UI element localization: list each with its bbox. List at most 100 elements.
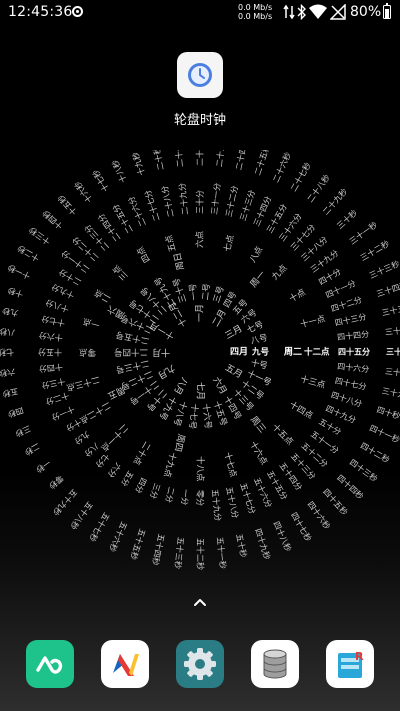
weekday-label: 周日 — [172, 251, 187, 271]
hour-label: 十三点 — [299, 374, 327, 391]
second-label: 九秒 — [1, 306, 19, 319]
second-label: 六秒 — [0, 367, 16, 379]
minute-label: 十分 — [64, 417, 83, 434]
hour-label: 八点 — [248, 245, 265, 265]
second-label: 十二秒 — [15, 243, 41, 264]
second-label: 四十二秒 — [359, 440, 392, 465]
minute-label: 六分 — [106, 461, 123, 480]
hour-label: 二十一点 — [98, 422, 130, 454]
minute-label: 十三分 — [41, 376, 67, 391]
minute-label: 五分 — [119, 469, 135, 487]
current-weekday: 周二 — [284, 347, 302, 358]
minute-label: 八分 — [83, 441, 101, 458]
clock-icon — [188, 63, 212, 87]
minute-label: 十八分 — [44, 298, 70, 315]
day-label: 十七号 — [186, 403, 200, 430]
minute-label: 零分 — [196, 490, 205, 506]
second-label: 四十六秒 — [306, 499, 333, 531]
v-logo-icon — [113, 654, 139, 676]
minute-label: 四十三分 — [334, 311, 367, 327]
svg-text:R: R — [355, 650, 364, 663]
current-month: 四月 — [230, 347, 248, 358]
second-label: 五十秒 — [234, 533, 249, 559]
hour-label: 七点 — [223, 233, 237, 252]
month-label: 五月 — [223, 362, 244, 381]
hour-label: 十四点 — [287, 399, 315, 422]
second-label: 七秒 — [0, 348, 14, 358]
hour-label: 四点 — [135, 244, 152, 264]
dock: R — [0, 640, 400, 700]
hour-label: 九点 — [270, 263, 289, 282]
current-second: 三十七秒 — [386, 347, 400, 357]
minute-label: 五十九分 — [210, 489, 223, 522]
second-label: 十三秒 — [27, 225, 52, 247]
day-label: 一号 — [188, 283, 200, 301]
minute-label: 十四分 — [38, 362, 63, 374]
minute-label: 三分 — [148, 482, 162, 500]
minute-label: 四十八分 — [330, 389, 364, 408]
wifi-icon — [309, 4, 327, 19]
hour-label: 二点 — [93, 286, 113, 303]
hour-label: 十五点 — [270, 422, 296, 448]
second-label: 十五秒 — [55, 193, 78, 218]
second-label: 三十三秒 — [368, 258, 400, 280]
hour-label: 十八点 — [195, 456, 206, 482]
second-label: 四十秒 — [376, 404, 400, 421]
second-label: 三十四秒 — [375, 279, 400, 298]
weekday-label: 周四 — [172, 433, 187, 453]
record-icon — [72, 6, 83, 17]
minute-label: 十九分 — [50, 282, 76, 301]
net-up-speed: 0.0 Mb/s — [238, 3, 273, 12]
weekday-label: 周五 — [106, 383, 127, 401]
second-label: 二十一秒 — [172, 150, 185, 168]
day-label: 二十四号 — [114, 347, 148, 358]
second-label: 二十五秒 — [252, 150, 271, 176]
second-label: 二秒 — [23, 441, 42, 458]
minute-label: 三十二分 — [223, 185, 239, 218]
second-label: 八秒 — [0, 326, 15, 338]
second-label: 四秒 — [6, 405, 24, 419]
minute-label: 四十四分 — [337, 329, 370, 342]
second-label: 四十一秒 — [368, 423, 400, 445]
second-label: 五十九秒 — [51, 487, 80, 517]
database-app-button[interactable] — [251, 640, 299, 688]
minute-label: 七分 — [94, 452, 111, 470]
minute-label: 二十八分 — [159, 185, 175, 218]
wheel-clock-widget[interactable]: 四月 五月 六月 七月 八月 九月 十月 十一月 十二月 一月 二月 三月 九号 十号 十一号 十二号 十三号十… — [0, 134, 400, 570]
second-label: 五十六秒 — [107, 520, 129, 553]
minute-label: 十七分 — [40, 314, 66, 329]
hour-label: 二十点 — [130, 439, 153, 467]
minute-label: 十五分 — [38, 348, 62, 358]
second-label: 二十秒 — [151, 150, 166, 171]
minute-label: 一分 — [179, 489, 190, 506]
settings-app-button[interactable] — [176, 640, 224, 688]
second-label: 五十八秒 — [68, 500, 95, 532]
minute-label: 二十九分 — [177, 182, 190, 215]
wheel-clock-shortcut[interactable]: 轮盘时钟 — [164, 52, 236, 132]
status-time: 12:45:36 — [8, 4, 73, 20]
hour-label: 十六点 — [247, 439, 270, 467]
second-label: 二十四秒 — [233, 150, 249, 171]
second-label: 四十三秒 — [348, 457, 380, 484]
second-label: 二十六秒 — [271, 151, 293, 184]
minute-label: 十一分 — [50, 404, 76, 423]
v-logo-app-button[interactable] — [101, 640, 149, 688]
gear-icon — [184, 648, 216, 680]
second-label: 三十秒 — [335, 207, 360, 230]
status-bar: 12:45:36 0.0 Mb/s 0.0 Mb/s 80% — [0, 0, 400, 26]
day-label: 十六号 — [200, 403, 214, 430]
month-label: 三月 — [223, 323, 244, 342]
second-label: 三十八秒 — [385, 366, 400, 379]
bluetooth-icon — [297, 4, 306, 20]
second-label: 五秒 — [1, 386, 19, 399]
file-manager-app-button[interactable]: R — [326, 640, 374, 688]
battery-charging-icon — [383, 2, 391, 19]
hour-label: 十九点 — [161, 451, 178, 479]
second-label: 四十五秒 — [321, 487, 350, 517]
app-drawer-arrow-icon[interactable] — [192, 596, 208, 608]
infinity-app-button[interactable] — [26, 640, 74, 688]
minute-label: 五十七分 — [238, 482, 257, 516]
second-label: 四十八秒 — [272, 520, 294, 553]
minute-label: 二十七分 — [142, 189, 161, 223]
second-label: 五十五秒 — [128, 528, 147, 562]
